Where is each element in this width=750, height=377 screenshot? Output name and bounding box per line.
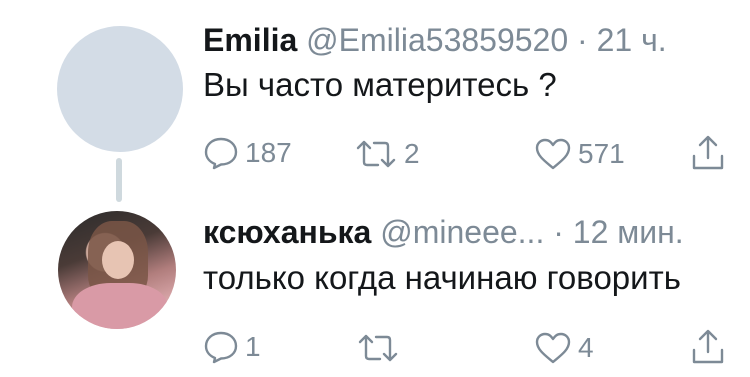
reply-count: 187: [245, 137, 292, 168]
heart-icon: [535, 332, 571, 364]
tweet-actions: 187 2 571: [0, 0, 750, 190]
retweet-count: 2: [404, 138, 420, 169]
reply-icon: [204, 137, 238, 170]
reply-button[interactable]: 1: [203, 330, 261, 364]
like-button[interactable]: 571: [534, 137, 625, 171]
retweet-icon: [356, 140, 396, 168]
share-icon: [692, 135, 724, 170]
share-button[interactable]: [690, 328, 726, 366]
like-button[interactable]: 4: [534, 331, 594, 365]
reply-icon: [204, 331, 238, 364]
share-button[interactable]: [690, 134, 726, 172]
like-count: 571: [578, 138, 625, 169]
reply-button[interactable]: 187: [203, 136, 292, 170]
share-icon: [692, 329, 724, 364]
tweet-actions: 1 4: [0, 190, 750, 377]
heart-icon: [535, 138, 571, 170]
retweet-icon: [358, 334, 398, 362]
retweet-button[interactable]: [356, 332, 406, 364]
tweet-reply-ksyuhanka[interactable]: ксюханька @mineee... · 12 мин. только ко…: [0, 190, 750, 377]
retweet-button[interactable]: 2: [354, 138, 420, 170]
tweet-emilia[interactable]: Emilia @Emilia53859520 · 21 ч. Вы часто …: [0, 0, 750, 202]
reply-count: 1: [245, 331, 261, 362]
like-count: 4: [578, 332, 594, 363]
